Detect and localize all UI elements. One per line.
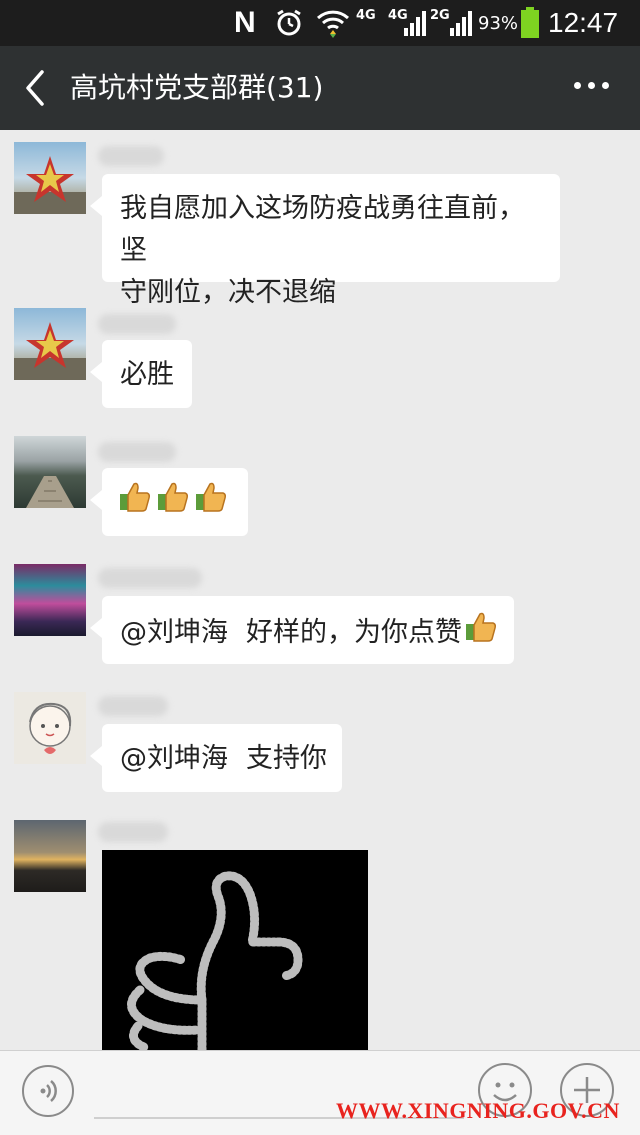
chat-title: 高坑村党支部群(31) <box>70 71 324 104</box>
chat-header: 高坑村党支部群(31) <box>0 46 640 130</box>
message-text: 必胜 <box>120 359 174 390</box>
sender-name-blurred <box>98 568 202 588</box>
network-4g-label: 4G <box>388 8 408 23</box>
voice-input-icon[interactable] <box>22 1065 74 1117</box>
sender-name-blurred <box>98 314 176 334</box>
message-bubble[interactable]: @刘坤海 支持你 <box>90 724 342 792</box>
avatar[interactable] <box>14 142 86 214</box>
clock: 12:47 <box>548 7 619 38</box>
wifi-icon <box>316 0 350 46</box>
message-bubble[interactable]: 我自愿加入这场防疫战勇往直前，坚 守刚位，决不退缩 <box>90 174 560 308</box>
sender-name-blurred <box>98 696 168 716</box>
message-row: @刘坤海 好样的，为你点赞 <box>0 552 640 672</box>
thumbs-up-icon <box>156 480 190 527</box>
alarm-icon <box>274 0 304 46</box>
battery-percent: 93% <box>478 12 519 34</box>
message-row: @刘坤海 支持你 <box>0 680 640 800</box>
signal-icon <box>448 0 474 46</box>
image-message[interactable] <box>102 850 368 1050</box>
avatar[interactable] <box>14 436 86 508</box>
avatar[interactable] <box>14 564 86 636</box>
message-row: 必胜 <box>0 296 640 416</box>
sender-name-blurred <box>98 822 168 842</box>
avatar[interactable] <box>14 820 86 892</box>
avatar[interactable] <box>14 308 86 380</box>
sender-name-blurred <box>98 146 164 166</box>
watermark: WWW.XINGNING.GOV.CN <box>336 1098 620 1123</box>
thumbs-up-icon <box>194 480 228 527</box>
battery-icon <box>520 0 540 46</box>
thumbs-up-icon <box>464 610 498 657</box>
thumbs-up-icon <box>118 480 152 527</box>
message-row: 我自愿加入这场防疫战勇往直前，坚 守刚位，决不退缩 <box>0 130 640 308</box>
signal-icon: 4G <box>384 0 426 46</box>
back-icon[interactable] <box>20 68 50 108</box>
mention[interactable]: @刘坤海 <box>120 743 228 774</box>
nfc-indicator: N <box>234 6 256 39</box>
avatar[interactable] <box>14 692 86 764</box>
message-bubble[interactable] <box>90 468 248 536</box>
status-bar: N 4G 4G 2G 93% 12:47 <box>0 0 640 46</box>
message-row <box>0 424 640 544</box>
message-bubble[interactable]: @刘坤海 好样的，为你点赞 <box>90 596 514 664</box>
more-icon[interactable] <box>574 82 610 94</box>
message-text: 好样的，为你点赞 <box>246 617 462 648</box>
message-text: 支持你 <box>246 743 327 774</box>
message-text: 我自愿加入这场防疫战勇往直前，坚 <box>120 193 525 266</box>
message-bubble[interactable]: 必胜 <box>90 340 192 408</box>
sender-name-blurred <box>98 442 176 462</box>
mention[interactable]: @刘坤海 <box>120 617 228 648</box>
